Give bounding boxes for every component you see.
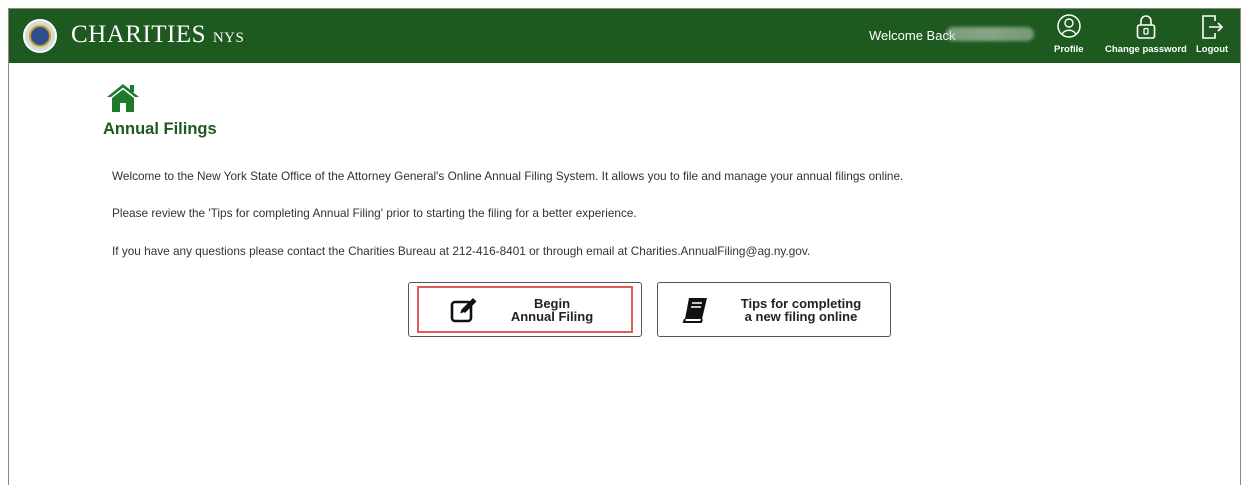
- brand-main: CHARITIES: [71, 21, 207, 48]
- brand-small: NYS: [212, 30, 245, 46]
- page-title: Annual Filings: [103, 120, 217, 138]
- tips-button-text: Tips for completing a new filing online: [740, 296, 862, 324]
- nys-seal-logo: [23, 19, 57, 53]
- app-frame: CHARITIES NYS Welcome Back Profile Chang…: [8, 8, 1241, 485]
- welcome-text: Welcome Back: [869, 28, 956, 43]
- review-tips-paragraph: Please review the 'Tips for completing A…: [112, 206, 637, 220]
- logout-icon: [1202, 15, 1224, 39]
- home-icon: [107, 84, 139, 112]
- profile-button[interactable]: Profile: [1054, 13, 1084, 55]
- begin-annual-filing-button[interactable]: Begin Annual Filing: [408, 282, 642, 337]
- contact-paragraph: If you have any questions please contact…: [112, 244, 811, 258]
- tips-button[interactable]: Tips for completing a new filing online: [657, 282, 891, 337]
- begin-button-text: Begin Annual Filing: [510, 296, 594, 324]
- lock-icon: [1136, 15, 1156, 39]
- profile-label: Profile: [1054, 44, 1084, 55]
- intro-paragraph: Welcome to the New York State Office of …: [112, 169, 904, 183]
- book-icon: [682, 298, 707, 323]
- brand-title[interactable]: CHARITIES NYS: [71, 21, 244, 49]
- change-password-button[interactable]: Change password: [1105, 13, 1187, 55]
- profile-icon: [1057, 14, 1081, 38]
- user-name-blurred: [946, 27, 1034, 41]
- logout-label: Logout: [1196, 44, 1229, 55]
- logout-button[interactable]: Logout: [1196, 13, 1228, 55]
- top-header: CHARITIES NYS Welcome Back Profile Chang…: [9, 9, 1240, 63]
- edit-icon: [450, 298, 477, 323]
- change-password-label: Change password: [1105, 44, 1187, 55]
